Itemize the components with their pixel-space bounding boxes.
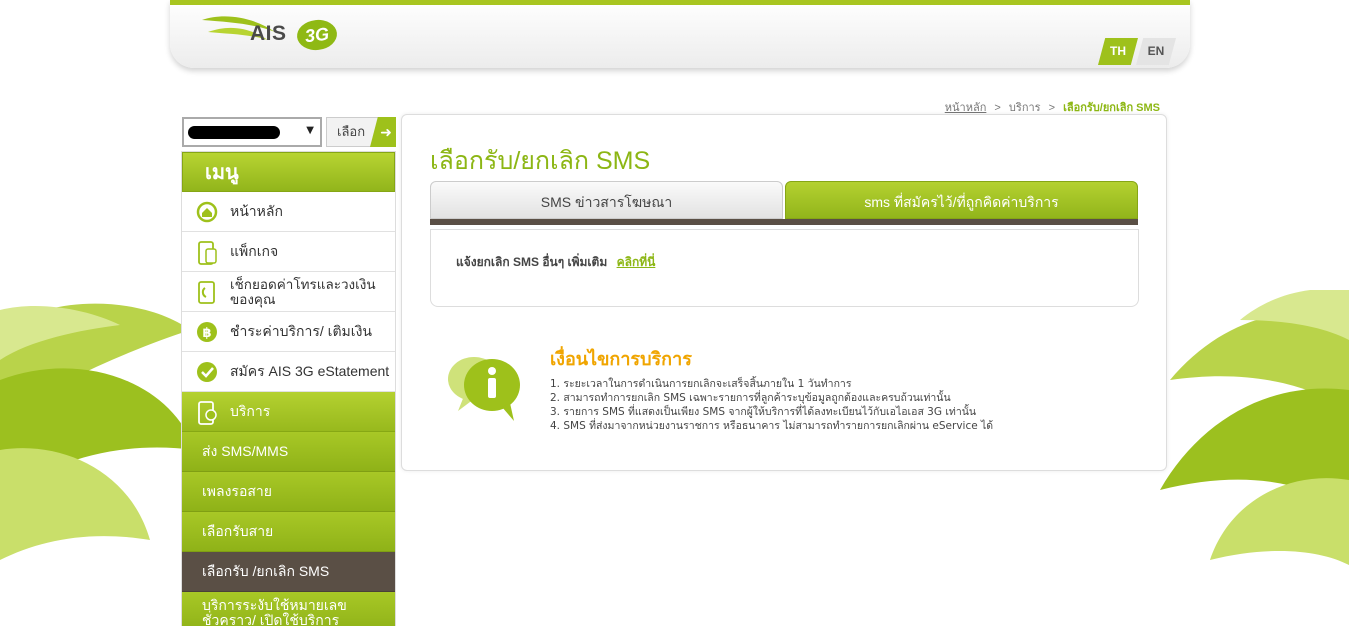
sidebar-item-label: แพ็กเกจ — [230, 242, 279, 259]
tab-sms-subscribed[interactable]: sms ที่สมัครไว้/ที่ถูกคิดค่าบริการ — [785, 181, 1138, 219]
lang-en-button[interactable]: EN — [1136, 38, 1176, 65]
sidebar-item-label: ชำระค่าบริการ/ เติมเงิน — [230, 322, 372, 339]
lang-th-button[interactable]: TH — [1098, 38, 1138, 65]
condition-item: 4. SMS ที่ส่งมาจากหน่วยงานราชการ หรือธนา… — [550, 420, 994, 432]
logo-text: AIS — [250, 22, 287, 45]
notice-box: แจ้งยกเลิก SMS อื่นๆ เพิ่มเติม คลิกที่นี… — [430, 229, 1139, 307]
sidebar-item-package[interactable]: แพ็กเกจ — [182, 232, 395, 272]
condition-item: 2. สามารถทำการยกเลิก SMS เฉพาะรายการที่ล… — [550, 392, 951, 404]
page-title: เลือกรับ/ยกเลิก SMS — [430, 147, 651, 175]
arrow-right-icon: ➜ — [370, 117, 396, 147]
tab-underline-bar — [430, 219, 1138, 225]
service-icon — [198, 401, 217, 425]
sidebar-item-label: บริการ — [230, 402, 271, 419]
sidebar-item-services[interactable]: บริการ — [182, 392, 395, 432]
svg-text:฿: ฿ — [202, 326, 211, 341]
sidebar-item-label: หน้าหลัก — [230, 202, 283, 219]
sidebar-sub-sms-subscribe[interactable]: เลือกรับ /ยกเลิก SMS — [182, 552, 395, 592]
conditions-list: 1. ระยะเวลาในการดำเนินการยกเลิกจะเสร็จสิ… — [550, 377, 993, 433]
sidebar-item-home[interactable]: หน้าหลัก — [182, 192, 395, 232]
breadcrumb-separator: > — [1048, 102, 1056, 114]
dropdown-arrow-icon: ▼ — [306, 125, 314, 136]
redacted-number — [188, 126, 280, 139]
main-panel: เลือกรับ/ยกเลิก SMS SMS ข่าวสารโฆษณา sms… — [401, 114, 1167, 471]
tab-sms-advertising[interactable]: SMS ข่าวสารโฆษณา — [430, 181, 783, 219]
home-icon — [196, 201, 218, 223]
sidebar-item-label: สมัคร AIS 3G eStatement — [230, 362, 390, 379]
notice-text: แจ้งยกเลิก SMS อื่นๆ เพิ่มเติม คลิกที่นี… — [456, 253, 655, 272]
click-here-link[interactable]: คลิกที่นี่ — [617, 255, 656, 269]
bill-icon — [198, 281, 215, 304]
breadcrumb-separator: > — [994, 102, 1001, 114]
sidebar-sub-ringback[interactable]: เพลงรอสาย — [182, 472, 395, 512]
sidebar-menu: เมนู หน้าหลัก แพ็กเกจ เช็กยอดค่าโทรและวง… — [181, 151, 396, 626]
info-bubble-icon — [448, 357, 520, 421]
leaf-decoration-left — [0, 303, 195, 560]
phone-number-select[interactable]: ▼ — [182, 117, 322, 147]
phone-icon — [198, 241, 217, 265]
breadcrumb-services[interactable]: บริการ — [1009, 102, 1041, 114]
estatement-icon — [197, 362, 217, 382]
breadcrumb-home-link[interactable]: หน้าหลัก — [945, 102, 987, 114]
menu-title: เมนู — [182, 152, 395, 192]
sidebar-item-label: เช็กยอดค่าโทรและวงเงิน ของคุณ — [230, 276, 376, 307]
select-number-button[interactable]: เลือก ➜ — [326, 117, 396, 147]
sidebar-item-estatement[interactable]: สมัคร AIS 3G eStatement — [182, 352, 395, 392]
sidebar-sub-suspend-number[interactable]: บริการระงับใช้หมายเลขชั่วคราว/ เปิดใช้บร… — [182, 592, 395, 626]
conditions-title: เงื่อนไขการบริการ — [550, 349, 692, 369]
select-button-label: เลือก — [337, 124, 366, 139]
sidebar-item-payment[interactable]: ฿ ชำระค่าบริการ/ เติมเงิน — [182, 312, 395, 352]
breadcrumb-current: เลือกรับ/ยกเลิก SMS — [1063, 102, 1160, 114]
condition-item: 3. รายการ SMS ที่แสดงเป็นเพียง SMS จากผู… — [550, 406, 977, 418]
sidebar-item-check-balance[interactable]: เช็กยอดค่าโทรและวงเงิน ของคุณ — [182, 272, 395, 312]
sidebar-sub-sms-mms[interactable]: ส่ง SMS/MMS — [182, 432, 395, 472]
site-header: AIS 3G TH EN — [170, 0, 1190, 68]
baht-icon: ฿ — [197, 322, 217, 342]
sidebar-sub-call-select[interactable]: เลือกรับสาย — [182, 512, 395, 552]
condition-item: 1. ระยะเวลาในการดำเนินการยกเลิกจะเสร็จสิ… — [550, 378, 852, 390]
notice-message: แจ้งยกเลิก SMS อื่นๆ เพิ่มเติม — [456, 255, 608, 269]
